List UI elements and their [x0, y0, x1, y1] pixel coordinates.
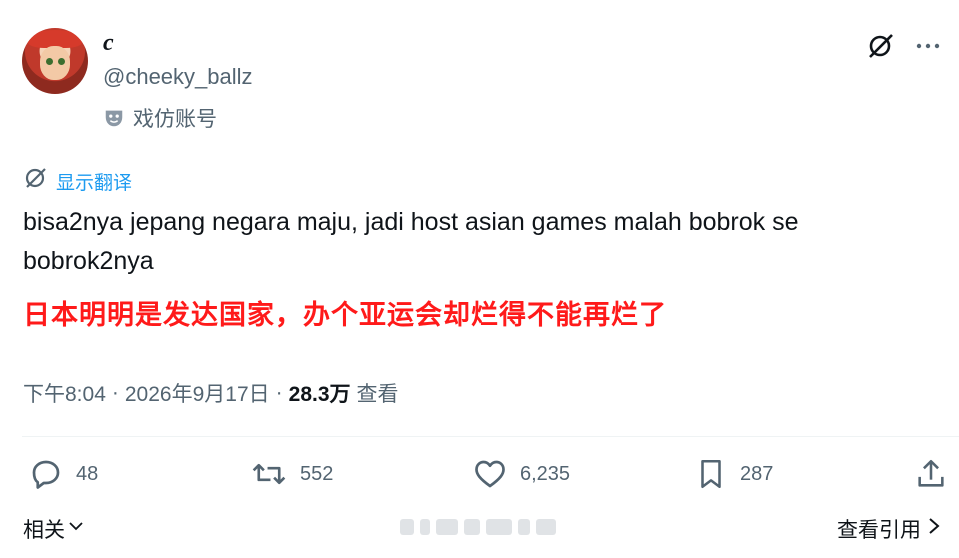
display-name[interactable]: c: [103, 30, 114, 57]
chevron-down-icon: [67, 517, 85, 541]
user-handle[interactable]: @cheeky_ballz: [103, 64, 253, 90]
tweet-text: bisa2nya jepang negara maju, jadi host a…: [23, 208, 799, 275]
reply-icon: [28, 456, 64, 492]
quotes-label: 查看引用: [837, 519, 921, 542]
top-actions: [867, 32, 941, 60]
bookmark-count: 287: [740, 462, 774, 485]
bookmark-button[interactable]: 287: [694, 456, 773, 492]
related-label: 相关: [23, 519, 65, 542]
grok-icon[interactable]: [867, 32, 895, 60]
tweet-date[interactable]: 2026年9月17日: [125, 378, 270, 408]
tweet-meta: 下午8:04 · 2026年9月17日 · 28.3万 查看: [23, 378, 399, 408]
view-quotes-link[interactable]: 查看引用: [837, 514, 941, 544]
show-translation-link[interactable]: 显示翻译: [24, 166, 132, 196]
avatar-face: [40, 46, 70, 80]
divider: [22, 436, 959, 437]
meta-separator: ·: [111, 381, 119, 404]
chevron-right-icon: [927, 516, 941, 542]
avatar-eye-left: [46, 58, 53, 65]
parody-label: 戏仿账号: [103, 103, 217, 133]
share-button[interactable]: [914, 456, 948, 492]
meta-separator: ·: [275, 381, 283, 404]
more-icon[interactable]: [915, 33, 941, 59]
translate-label: 显示翻译: [56, 172, 133, 194]
views-count: 28.3万: [288, 383, 351, 406]
like-icon: [472, 456, 508, 492]
action-bar: 48 552 6,235 287: [28, 456, 953, 496]
avatar-eye-right: [58, 58, 65, 65]
tweet-time[interactable]: 下午8:04: [23, 378, 106, 408]
avatar[interactable]: [22, 28, 88, 94]
retweet-count: 552: [300, 462, 334, 485]
share-icon: [914, 456, 948, 492]
mask-icon: [103, 107, 125, 129]
reply-count: 48: [76, 462, 99, 485]
retweet-icon: [250, 456, 288, 492]
bookmark-icon: [694, 456, 728, 492]
parody-text: 戏仿账号: [133, 108, 217, 131]
views-label: 查看: [356, 383, 399, 406]
tweet-translation: 日本明明是发达国家，办个亚运会却烂得不能再烂了: [23, 300, 667, 330]
related-toggle[interactable]: 相关: [23, 514, 85, 544]
retweet-button[interactable]: 552: [250, 456, 333, 492]
like-button[interactable]: 6,235: [472, 456, 570, 492]
like-count: 6,235: [520, 462, 571, 485]
translate-icon: [24, 166, 48, 196]
watermark: [400, 519, 560, 541]
reply-button[interactable]: 48: [28, 456, 98, 492]
